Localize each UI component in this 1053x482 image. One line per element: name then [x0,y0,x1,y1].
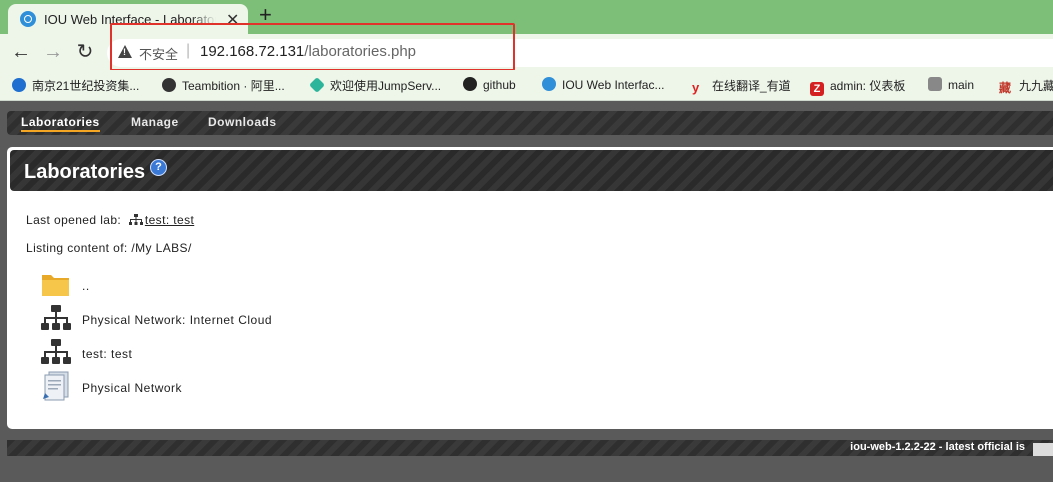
bookmark-item[interactable]: IOU Web Interfac... [542,77,664,92]
bookmark-item[interactable]: github [463,77,516,92]
iou-favicon-icon [542,77,556,91]
bookmark-label: IOU Web Interfac... [562,78,665,92]
bookmark-icon [12,78,26,92]
bookmarks-bar: 南京21世纪投资集... Teambition · 阿里... 欢迎使用Jump… [0,70,1053,101]
list-item-label: test: test [82,347,133,361]
list-item[interactable]: .. [41,269,541,299]
help-icon[interactable]: ? [150,159,167,176]
nav-downloads[interactable]: Downloads [208,115,277,129]
footer-bar: iou-web-1.2.2-22 - latest official is [7,440,1053,456]
forward-arrow-icon[interactable]: → [40,39,66,65]
nav-laboratories[interactable]: Laboratories [21,115,100,132]
folder-icon [42,275,69,296]
list-item[interactable]: Physical Network [41,371,541,401]
list-item-label: Physical Network [82,381,183,395]
github-icon [463,77,477,91]
bookmark-label: 欢迎使用JumpServ... [330,79,442,93]
reload-icon[interactable]: ↻ [72,39,98,65]
listing-line: Listing content of: /My LABS/ [26,241,192,255]
last-opened-line: Last opened lab: test: test [26,213,194,227]
bookmark-item[interactable]: y 在线翻译_有道 [692,77,791,95]
network-icon [128,214,143,225]
annotation-highlight-box [110,23,515,71]
nav-manage[interactable]: Manage [131,115,179,129]
back-arrow-icon[interactable]: ← [8,39,34,65]
list-item-label: Physical Network: Internet Cloud [82,313,273,327]
last-opened-lab-link[interactable]: test: test [145,213,194,227]
bookmark-label: github [483,78,516,92]
document-icon [43,371,69,401]
footer-badge [1033,443,1053,456]
bookmark-label: Teambition · 阿里... [182,79,285,93]
bookmark-label: main [948,78,975,92]
bookmark-label: 九九藏 [1019,79,1053,93]
list-item[interactable]: Physical Network: Internet Cloud [41,303,541,333]
list-item[interactable]: test: test [41,337,541,367]
bookmark-label: 南京21世纪投资集... [32,79,140,93]
bookmark-item[interactable]: Teambition · 阿里... [162,77,285,94]
jiujiu-icon: 藏 [999,81,1012,95]
zabbix-icon: Z [810,82,824,96]
network-icon [41,305,71,330]
listing-prefix: Listing content of: [26,241,128,255]
list-item-label: .. [82,279,90,293]
main-icon [928,77,942,91]
bookmark-item[interactable]: 欢迎使用JumpServ... [309,77,442,94]
footer-version-text: iou-web-1.2.2-22 - latest official is [850,441,1025,453]
last-opened-prefix: Last opened lab: [26,213,122,227]
network-icon [41,339,71,364]
bookmark-item[interactable]: Zadmin: 仪表板 [810,77,905,96]
bookmark-item[interactable]: 藏九九藏 [999,77,1053,95]
youdao-icon: y [692,80,700,95]
teambition-icon [162,78,176,92]
iou-favicon-icon [20,11,36,27]
listing-path: /My LABS/ [131,241,192,255]
jumpserver-icon [309,77,325,93]
top-nav: Laboratories Manage Downloads [7,111,1053,135]
bookmark-label: 在线翻译_有道 [712,79,791,93]
page-title: Laboratories [24,161,146,183]
panel-header: Laboratories ? [10,150,1053,191]
bookmark-item[interactable]: main [928,77,974,92]
bookmark-item[interactable]: 南京21世纪投资集... [12,77,139,94]
bookmark-label: admin: 仪表板 [830,79,906,93]
laboratories-panel: Laboratories ? Last opened lab: test: te… [7,147,1053,429]
